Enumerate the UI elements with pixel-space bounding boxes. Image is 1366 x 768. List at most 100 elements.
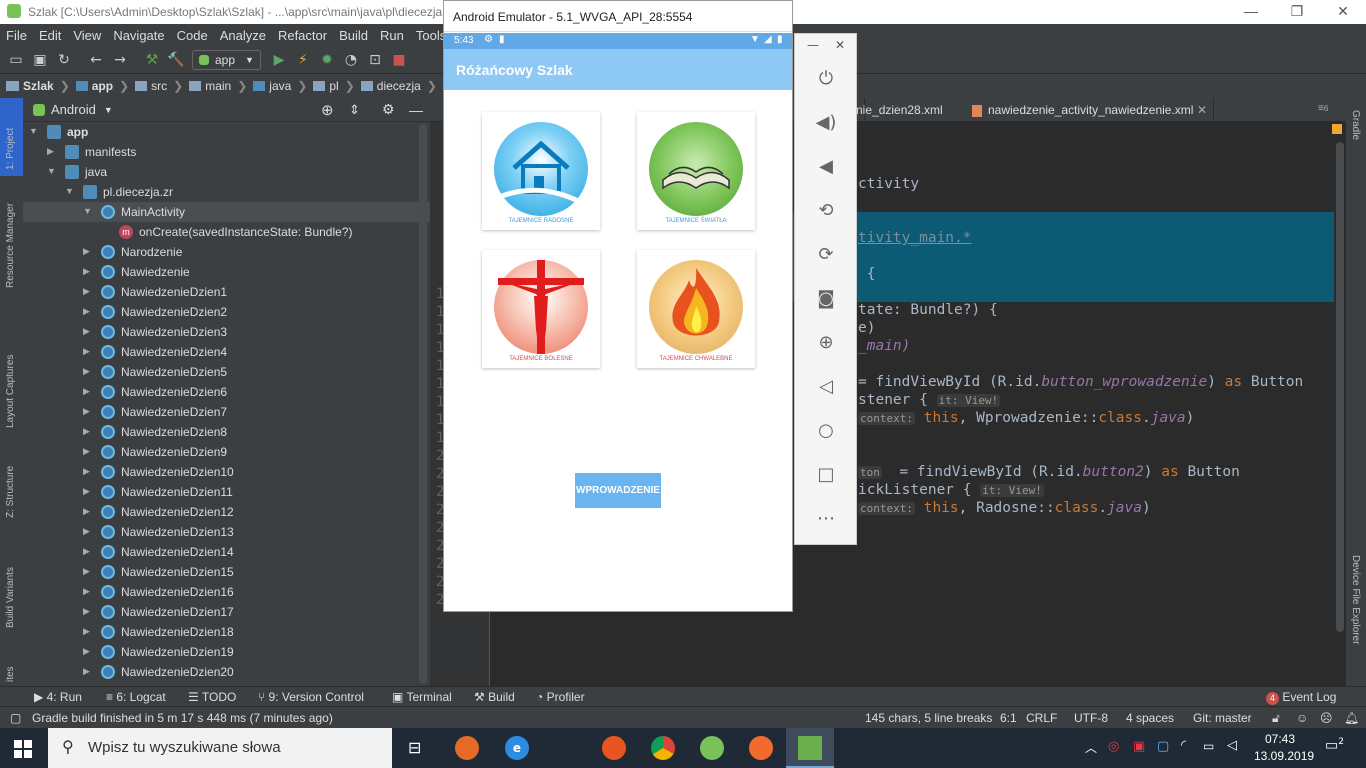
locate-icon[interactable]: ⊕ (321, 101, 334, 119)
tree-item[interactable]: ▶ NawiedzenieDzien11 (23, 482, 430, 502)
feedback-icon[interactable]: ☹ (1320, 711, 1333, 725)
tree-item[interactable]: ▶ NawiedzenieDzien6 (23, 382, 430, 402)
menu-code[interactable]: Code (175, 26, 210, 45)
chevron-right-icon[interactable]: ▶ (83, 446, 90, 457)
edge-icon[interactable]: e (505, 736, 529, 760)
tree-item[interactable]: ▶ NawiedzenieDzien1 (23, 282, 430, 302)
tool-profiler[interactable]: ◔ Profiler (536, 690, 585, 704)
tray-app-icon[interactable]: ▣ (1133, 739, 1145, 754)
chevron-down-icon[interactable]: ▼ (29, 126, 38, 136)
tree-item[interactable]: ▶ NawiedzenieDzien19 (23, 642, 430, 662)
chevron-right-icon[interactable]: ▶ (83, 606, 90, 617)
tab-structure[interactable]: Z: Structure (0, 458, 23, 528)
chevron-right-icon[interactable]: ▶ (83, 546, 90, 557)
close-icon[interactable]: ✕ (835, 38, 845, 52)
tree-item[interactable]: ▶ NawiedzenieDzien10 (23, 462, 430, 482)
chevron-down-icon[interactable]: ▼ (83, 206, 92, 216)
card-radosne[interactable]: TAJEMNICE RADOSNE (482, 112, 600, 230)
tool-logcat[interactable]: ≡ 6: Logcat (106, 690, 166, 704)
tree-item[interactable]: ▶ Narodzenie (23, 242, 430, 262)
volume-icon[interactable]: ◁ (1227, 738, 1237, 753)
ubuntu-icon[interactable] (602, 736, 626, 760)
tool-version-control[interactable]: ⑂ 9: Version Control (258, 690, 364, 704)
android-studio-taskbar-icon[interactable] (700, 736, 724, 760)
rotate-right-icon[interactable]: ⟳ (813, 242, 839, 268)
chevron-right-icon[interactable]: ▶ (83, 586, 90, 597)
save-icon[interactable]: ▣ (28, 48, 52, 72)
tab-device-file-explorer[interactable]: Device File Explorer (1346, 553, 1366, 683)
tree-item[interactable]: ▶ NawiedzenieDzien13 (23, 522, 430, 542)
chevron-down-icon[interactable]: ▼ (65, 186, 74, 196)
minimize-icon[interactable]: — (807, 38, 819, 52)
card-chwalebne[interactable]: TAJEMNICE CHWALEBNE (637, 250, 755, 368)
menu-navigate[interactable]: Navigate (111, 26, 166, 45)
power-icon[interactable]: ⏻ (813, 66, 839, 92)
chevron-right-icon[interactable]: ▶ (83, 326, 90, 337)
tree-item[interactable]: ▼ app (23, 122, 430, 142)
lock-icon[interactable]: 🔓︎ (1272, 711, 1280, 726)
chevron-down-icon[interactable]: ▼ (104, 105, 113, 115)
home-icon[interactable]: ○ (813, 418, 839, 444)
notifications-icon[interactable]: 🔔︎ (1344, 711, 1359, 725)
breadcrumb-main[interactable]: main ❯ (189, 79, 247, 93)
overview-icon[interactable]: □ (813, 462, 839, 488)
maximize-button[interactable]: ❐ (1274, 0, 1320, 24)
chevron-right-icon[interactable]: ▶ (83, 306, 90, 317)
wprowadzenie-button[interactable]: WPROWADZENIE (575, 473, 661, 508)
tab-gradle[interactable]: Gradle (1346, 108, 1366, 168)
breadcrumb-java[interactable]: java ❯ (253, 79, 307, 93)
caret-position[interactable]: 6:1 (1000, 711, 1017, 725)
editor-scrollbar[interactable] (1336, 142, 1344, 632)
action-center-icon[interactable]: ▭2 (1325, 737, 1344, 754)
card-bolesne[interactable]: TAJEMNICE BOLESNE (482, 250, 600, 368)
tab-nawiedzenie-xml[interactable]: nawiedzenie_activity_nawiedzenie.xml ✕ (966, 98, 1214, 122)
tree-item[interactable]: ▶ NawiedzenieDzien16 (23, 582, 430, 602)
back-icon[interactable]: ◁ (813, 374, 839, 400)
tree-item[interactable]: ▶ NawiedzenieDzien20 (23, 662, 430, 682)
tree-item[interactable]: ▶ NawiedzenieDzien2 (23, 302, 430, 322)
tree-item[interactable]: ▶ NawiedzenieDzien9 (23, 442, 430, 462)
chevron-right-icon[interactable]: ▶ (83, 426, 90, 437)
wifi-icon[interactable]: ◜ (1181, 738, 1186, 753)
chevron-right-icon[interactable]: ▶ (83, 406, 90, 417)
tab-favorites[interactable]: ites (0, 660, 23, 686)
scrollbar[interactable] (419, 124, 427, 684)
tab-layout-captures[interactable]: Layout Captures (0, 334, 23, 434)
tree-item[interactable]: m onCreate(savedInstanceState: Bundle?) (23, 222, 430, 242)
inspector-icon[interactable]: ☺ (1296, 711, 1308, 725)
chevron-right-icon[interactable]: ▶ (83, 386, 90, 397)
tray-app-icon[interactable]: ◎ (1108, 739, 1119, 754)
attach-debugger-icon[interactable]: ⊡ (363, 48, 387, 72)
file-encoding[interactable]: UTF-8 (1074, 711, 1108, 725)
warning-marker[interactable] (1332, 124, 1342, 134)
breadcrumb-pl[interactable]: pl ❯ (313, 79, 355, 93)
tab-build-variants[interactable]: Build Variants (0, 556, 23, 636)
breadcrumb-diecezja[interactable]: diecezja ❯ (360, 79, 437, 93)
tree-item[interactable]: ▶ Nawiedzenie (23, 262, 430, 282)
back-icon[interactable]: ← (84, 48, 108, 72)
close-button[interactable]: ✕ (1320, 0, 1366, 24)
sync-icon[interactable]: ↻ (52, 48, 76, 72)
chevron-right-icon[interactable]: ▶ (83, 466, 90, 477)
tree-item[interactable]: ▶ NawiedzenieDzien18 (23, 622, 430, 642)
task-view-icon[interactable]: ⊟ (408, 738, 421, 757)
project-view-select[interactable]: Android (51, 102, 96, 117)
tool-event-log[interactable]: 4 Event Log (1266, 690, 1336, 705)
debug-icon[interactable]: ✹ (315, 48, 339, 72)
clock-time[interactable]: 07:43 (1265, 732, 1295, 746)
pencil-app-icon[interactable] (749, 736, 773, 760)
chrome-icon[interactable] (651, 736, 675, 760)
tree-item[interactable]: ▶ NawiedzenieDzien15 (23, 562, 430, 582)
menu-refactor[interactable]: Refactor (276, 26, 329, 45)
tree-item[interactable]: ▶ NawiedzenieDzien17 (23, 602, 430, 622)
collapse-icon[interactable]: ⇕ (349, 102, 360, 118)
indent-setting[interactable]: 4 spaces (1126, 711, 1174, 725)
tree-item[interactable]: ▶ NawiedzenieDzien12 (23, 502, 430, 522)
volume-up-icon[interactable]: ◀︎) (813, 110, 839, 136)
run-icon[interactable]: ▶ (267, 48, 291, 72)
git-branch[interactable]: Git: master (1193, 711, 1252, 725)
emulator-taskbar-button[interactable] (786, 728, 834, 768)
breadcrumb-app[interactable]: app ❯ (75, 79, 129, 93)
clock-date[interactable]: 13.09.2019 (1254, 749, 1314, 763)
tool-build[interactable]: ⚒ Build (474, 690, 515, 704)
